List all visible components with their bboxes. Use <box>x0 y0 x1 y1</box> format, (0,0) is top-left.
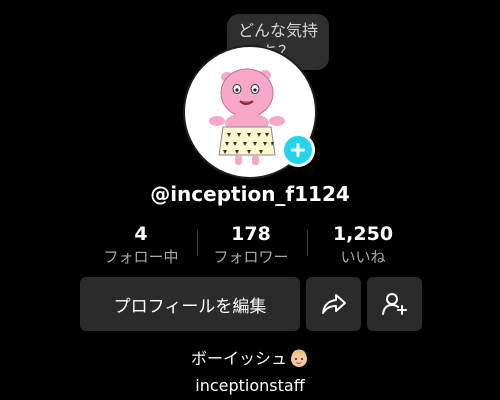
profile-link[interactable]: inceptionstaff <box>0 376 500 395</box>
likes-label: いいね <box>340 248 386 266</box>
followers-stat[interactable]: 178 フォロワー <box>196 222 306 268</box>
add-friend-button[interactable] <box>367 277 422 331</box>
plus-icon <box>291 143 305 157</box>
followers-label: フォロワー <box>213 248 289 266</box>
add-user-icon <box>381 293 407 315</box>
profile-stats: 4 フォロー中 178 フォロワー 1,250 いいね <box>86 222 416 270</box>
likes-stat[interactable]: 1,250 いいね <box>308 222 418 268</box>
edit-profile-button[interactable]: プロフィールを編集 <box>80 277 300 331</box>
username: @inception_f1124 <box>150 182 350 206</box>
note-bubble-line1: どんな気持 <box>237 21 318 40</box>
following-stat[interactable]: 4 フォロー中 <box>86 222 196 268</box>
boy-emoji-icon <box>289 348 309 368</box>
followers-count: 178 <box>231 223 271 245</box>
likes-count: 1,250 <box>332 223 394 245</box>
share-profile-button[interactable] <box>306 277 361 331</box>
share-arrow-icon <box>321 294 346 314</box>
add-story-button[interactable] <box>281 133 315 167</box>
following-label: フォロー中 <box>103 248 179 266</box>
bio-text: ボーイッシュ <box>190 349 287 368</box>
profile-bio: ボーイッシュ <box>0 345 500 369</box>
avatar-container[interactable] <box>183 45 317 179</box>
following-count: 4 <box>134 223 148 245</box>
edit-profile-label: プロフィールを編集 <box>113 296 267 317</box>
